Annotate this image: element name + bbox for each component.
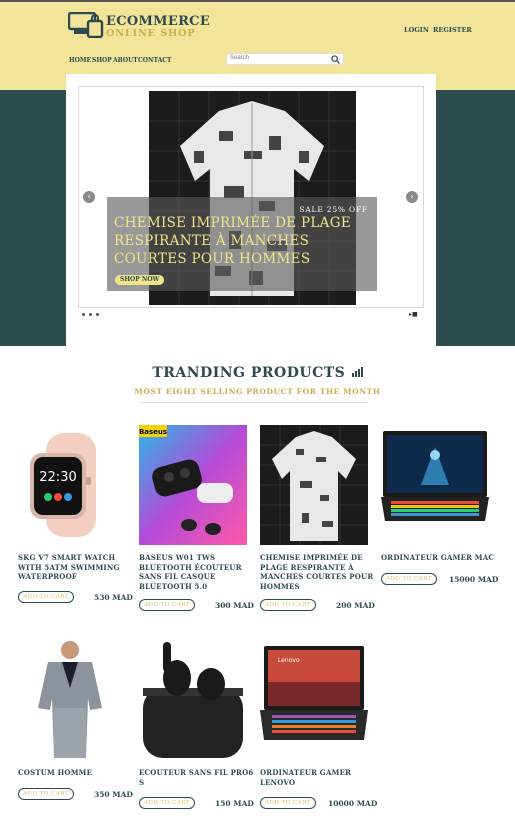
section-title-text: TRANDING PRODUCTS: [152, 365, 346, 381]
slide-caption-overlay: SALE 25% OFF CHEMISE IMPRIMÉE DE PLAGE R…: [107, 197, 377, 291]
search-input[interactable]: Search: [226, 53, 344, 65]
shop-logo-icon[interactable]: [68, 12, 104, 38]
add-to-cart-button[interactable]: ADD TO CART: [139, 599, 195, 611]
register-link[interactable]: REGISTER: [433, 26, 472, 34]
search-placeholder: Search: [230, 55, 250, 61]
add-to-cart-button[interactable]: ADD TO CART: [381, 573, 437, 585]
brand-badge: Baseus: [139, 428, 167, 436]
product-price: 150 MAD: [215, 799, 254, 808]
product-price: 300 MAD: [215, 601, 254, 610]
slider-prev-arrow-icon[interactable]: ‹: [83, 191, 95, 203]
product-price: 15000 MAD: [449, 575, 499, 584]
product-image-baseus-earbuds[interactable]: Baseus: [139, 425, 247, 545]
add-to-cart-button[interactable]: ADD TO CART: [139, 797, 195, 809]
bar-chart-icon: [351, 367, 363, 377]
logo-subtitle: ONLINE SHOP: [106, 28, 196, 39]
nav-about[interactable]: ABOUT: [113, 57, 138, 64]
laptop-screen-brand: Lenovo: [278, 657, 300, 664]
product-name[interactable]: SKG V7 SMART WATCH WITH 5ATM SWIMMING WA…: [18, 553, 136, 582]
product-image-suit[interactable]: [18, 638, 126, 758]
nav-home[interactable]: HOME: [69, 57, 91, 64]
logo-title[interactable]: ECOMMERCE: [106, 14, 210, 29]
section-subtitle: MOST EIGHT SELLING PRODUCT FOR THE MONTH: [134, 387, 381, 396]
product-image-beach-shirt[interactable]: [260, 425, 368, 545]
watch-time: 22:30: [39, 470, 76, 485]
product-name[interactable]: ORDINATEUR GAMER MAC: [381, 553, 499, 563]
product-image-pro6-earbuds[interactable]: [139, 638, 247, 758]
login-link[interactable]: LOGIN: [404, 26, 429, 34]
add-to-cart-button[interactable]: ADD TO CART: [260, 599, 316, 611]
section-divider: [140, 402, 368, 403]
add-to-cart-button[interactable]: ADD TO CART: [260, 797, 316, 809]
product-name[interactable]: BASEUS W01 TWS BLUETOOTH ÉCOUTEUR SANS F…: [139, 553, 257, 591]
product-name[interactable]: CHEMISE IMPRIMÉE DE PLAGE RESPIRANTE À M…: [260, 553, 378, 591]
product-image-smart-watch[interactable]: 22:30: [18, 425, 126, 545]
product-price: 350 MAD: [94, 790, 133, 799]
slide-caption: CHEMISE IMPRIMÉE DE PLAGE RESPIRANTE À M…: [114, 215, 351, 267]
slider-next-arrow-icon[interactable]: ›: [406, 191, 418, 203]
nav-contact[interactable]: CONTACT: [138, 57, 172, 64]
product-price: 200 MAD: [336, 601, 375, 610]
product-image-gaming-laptop[interactable]: [381, 425, 489, 545]
slider-dot-3[interactable]: [96, 313, 99, 316]
product-price: 530 MAD: [94, 593, 133, 602]
search-icon[interactable]: [331, 55, 340, 64]
add-to-cart-button[interactable]: ADD TO CART: [18, 591, 74, 603]
slider-play-control[interactable]: ▸■: [409, 311, 418, 318]
product-image-lenovo-laptop[interactable]: Lenovo: [260, 638, 368, 758]
slider-dot-1[interactable]: [82, 313, 85, 316]
product-name[interactable]: ECOUTEUR SANS FIL PRO6 S: [139, 768, 257, 787]
sale-label: SALE 25% OFF: [299, 205, 368, 214]
section-title: TRANDING PRODUCTS: [0, 365, 515, 381]
add-to-cart-button[interactable]: ADD TO CART: [18, 788, 74, 800]
product-name[interactable]: COSTUM HOMME: [18, 768, 136, 778]
product-name[interactable]: ORDINATEUR GAMER LENOVO: [260, 768, 378, 787]
nav-shop[interactable]: SHOP: [92, 57, 112, 64]
shop-now-button[interactable]: SHOP NOW: [115, 275, 165, 285]
product-price: 10000 MAD: [328, 799, 378, 808]
slider-dot-2[interactable]: [89, 313, 92, 316]
